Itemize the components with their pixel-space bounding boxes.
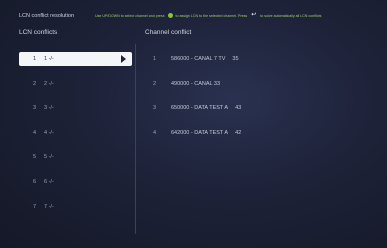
panel-divider [135,44,136,234]
channel-row[interactable]: 2 490000 - CANAL 33 [145,77,375,91]
channel-lcn: 42 [235,129,242,136]
channel-conflict-heading: Channel conflict [145,29,192,36]
hint-text-2: to assign LCN to the selected channel. P… [175,13,248,18]
lcn-conflict-list: 1 1 -/- 2 2 -/- 3 3 -/- 4 4 -/- 5 5 -/- … [19,52,132,224]
channel-row[interactable]: 3 650000 - DATA TEST A 43 [145,101,375,115]
channel-index: 2 [152,80,156,87]
lcn-item-label: 7 -/- [44,203,54,210]
channel-conflict-list: 1 586000 - CANAL 7 TV 35 2 490000 - CANA… [145,52,375,150]
lcn-item-label: 5 -/- [44,154,54,161]
lcn-item-number: 5 [32,154,36,161]
lcn-item-label: 4 -/- [44,129,54,136]
play-arrow-icon [121,55,126,63]
channel-name: 490000 - CANAL 33 [171,80,221,87]
lcn-item-label: 6 -/- [44,178,54,185]
ok-button-icon [167,13,173,18]
lcn-conflict-item[interactable]: 3 3 -/- [19,101,132,115]
lcn-item-number: 6 [32,178,36,185]
header-bar: LCN conflict resolution Use UP/DOWN to s… [0,0,387,40]
hint-text-3: to solve automatically all LCN conflicts [260,13,322,18]
lcn-item-number: 4 [32,129,36,136]
lcn-item-number: 2 [32,80,36,87]
lcn-conflicts-heading: LCN conflicts [19,29,58,36]
hint-text-1: Use UP/DOWN to select channel and press [95,13,165,18]
lcn-conflict-item[interactable]: 7 7 -/- [19,200,132,214]
channel-name: 586000 - CANAL 7 TV [171,56,226,62]
channel-index: 4 [152,129,156,136]
channel-name: 650000 - DATA TEST A [171,105,229,112]
channel-lcn: 35 [232,56,239,62]
channel-lcn: 43 [235,105,242,112]
lcn-item-label: 3 -/- [44,105,54,112]
screen-title: LCN conflict resolution [19,13,75,19]
lcn-item-label: 2 -/- [44,80,54,87]
channel-index: 1 [152,56,156,62]
channel-index: 3 [152,105,156,112]
channel-row[interactable]: 1 586000 - CANAL 7 TV 35 [145,52,375,66]
channel-row[interactable]: 4 642000 - DATA TEST A 42 [145,126,375,140]
lcn-item-label: 1 -/- [44,56,54,62]
lcn-conflict-item[interactable]: 4 4 -/- [19,126,132,140]
lcn-conflict-item[interactable]: 5 5 -/- [19,150,132,164]
lcn-item-number: 3 [32,105,36,112]
lcn-conflict-item[interactable]: 6 6 -/- [19,175,132,189]
lcn-conflict-item[interactable]: 2 2 -/- [19,77,132,91]
lcn-item-number: 7 [32,203,36,210]
lcn-conflict-item[interactable]: 1 1 -/- [19,52,132,66]
instruction-hint: Use UP/DOWN to select channel and press … [95,12,322,18]
lcn-item-number: 1 [32,56,36,62]
return-arrow-icon: ↩ [251,12,257,18]
channel-name: 642000 - DATA TEST A [171,129,229,136]
